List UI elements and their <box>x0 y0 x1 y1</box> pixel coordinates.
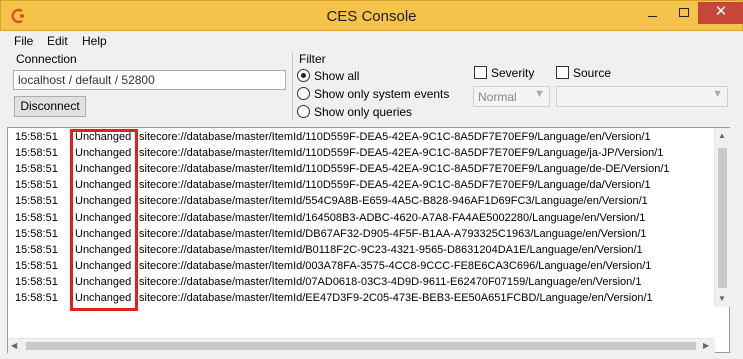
scroll-up-icon[interactable]: ▲ <box>718 131 726 140</box>
menu-help[interactable]: Help <box>82 34 107 48</box>
radio-label: Show only queries <box>314 105 413 119</box>
log-time: 15:58:51 <box>15 147 58 160</box>
log-uri: sitecore://database/master/ItemId/07AD06… <box>139 275 642 288</box>
log-uri: sitecore://database/master/ItemId/110D55… <box>139 163 670 176</box>
chevron-down-icon: ▼ <box>534 88 545 100</box>
log-uri: sitecore://database/master/ItemId/110D55… <box>139 179 651 192</box>
log-uri: sitecore://database/master/ItemId/003A78… <box>139 259 652 272</box>
log-time: 15:58:51 <box>15 243 58 256</box>
radio-icon <box>297 87 310 100</box>
log-time: 15:58:51 <box>15 227 58 240</box>
close-button[interactable]: ✕ <box>698 2 743 24</box>
scroll-left-icon[interactable]: ◀ <box>11 341 17 350</box>
log-uri: sitecore://database/master/ItemId/554C9A… <box>139 195 648 208</box>
connection-field[interactable]: localhost / default / 52800 <box>13 70 286 90</box>
checkbox-label: Severity <box>491 66 535 80</box>
close-icon: ✕ <box>714 3 728 20</box>
maximize-button[interactable] <box>669 2 699 24</box>
log-uri: sitecore://database/master/ItemId/110D55… <box>139 131 651 143</box>
checkbox-label: Source <box>573 66 612 80</box>
minimize-button[interactable] <box>638 2 668 24</box>
log-uri: sitecore://database/master/ItemId/B0118F… <box>139 243 643 256</box>
log-uri: sitecore://database/master/ItemId/110D55… <box>139 147 664 160</box>
chevron-down-icon: ▼ <box>712 88 723 100</box>
log-time: 15:58:51 <box>15 211 58 224</box>
status-highlight-box <box>70 129 138 311</box>
scroll-thumb[interactable] <box>26 342 696 350</box>
vertical-scrollbar[interactable]: ▲ ▼ <box>714 128 730 307</box>
log-time: 15:58:51 <box>15 131 58 143</box>
log-time: 15:58:51 <box>15 292 58 304</box>
log-time: 15:58:51 <box>15 195 58 208</box>
maximize-icon <box>679 8 689 17</box>
minimize-icon <box>648 16 657 17</box>
scroll-thumb[interactable] <box>718 148 727 288</box>
severity-value: Normal <box>478 90 517 104</box>
menu-bar: File Edit Help <box>0 31 743 51</box>
connection-group-label: Connection <box>16 52 77 66</box>
log-time: 15:58:51 <box>15 275 58 288</box>
title-bar[interactable]: CES Console ✕ <box>0 0 743 31</box>
scroll-down-icon[interactable]: ▼ <box>718 294 726 303</box>
scroll-right-icon[interactable]: ▶ <box>703 341 709 350</box>
log-time: 15:58:51 <box>15 163 58 176</box>
log-time: 15:58:51 <box>15 259 58 272</box>
window-title: CES Console <box>326 8 417 25</box>
log-uri: sitecore://database/master/ItemId/DB67AF… <box>139 227 647 240</box>
checkbox-icon <box>474 66 487 79</box>
menu-file[interactable]: File <box>14 34 33 48</box>
menu-edit[interactable]: Edit <box>47 34 68 48</box>
log-time: 15:58:51 <box>15 179 58 192</box>
radio-label: Show all <box>314 69 360 83</box>
log-uri: sitecore://database/master/ItemId/EE47D3… <box>139 292 653 304</box>
severity-select[interactable]: Normal ▼ <box>473 86 550 107</box>
radio-selected-icon <box>297 69 310 82</box>
horizontal-scrollbar[interactable]: ◀ ▶ <box>8 338 715 353</box>
filter-group-label: Filter <box>299 52 326 66</box>
checkbox-icon <box>556 66 569 79</box>
log-uri: sitecore://database/master/ItemId/164508… <box>139 211 646 224</box>
radio-label: Show only system events <box>314 87 450 101</box>
log-list[interactable]: 15:58:51 Unchanged sitecore://database/mas… <box>7 127 730 353</box>
group-divider <box>292 52 293 120</box>
disconnect-button[interactable]: Disconnect <box>14 96 86 117</box>
source-select[interactable]: ▼ <box>556 86 728 107</box>
radio-icon <box>297 105 310 118</box>
